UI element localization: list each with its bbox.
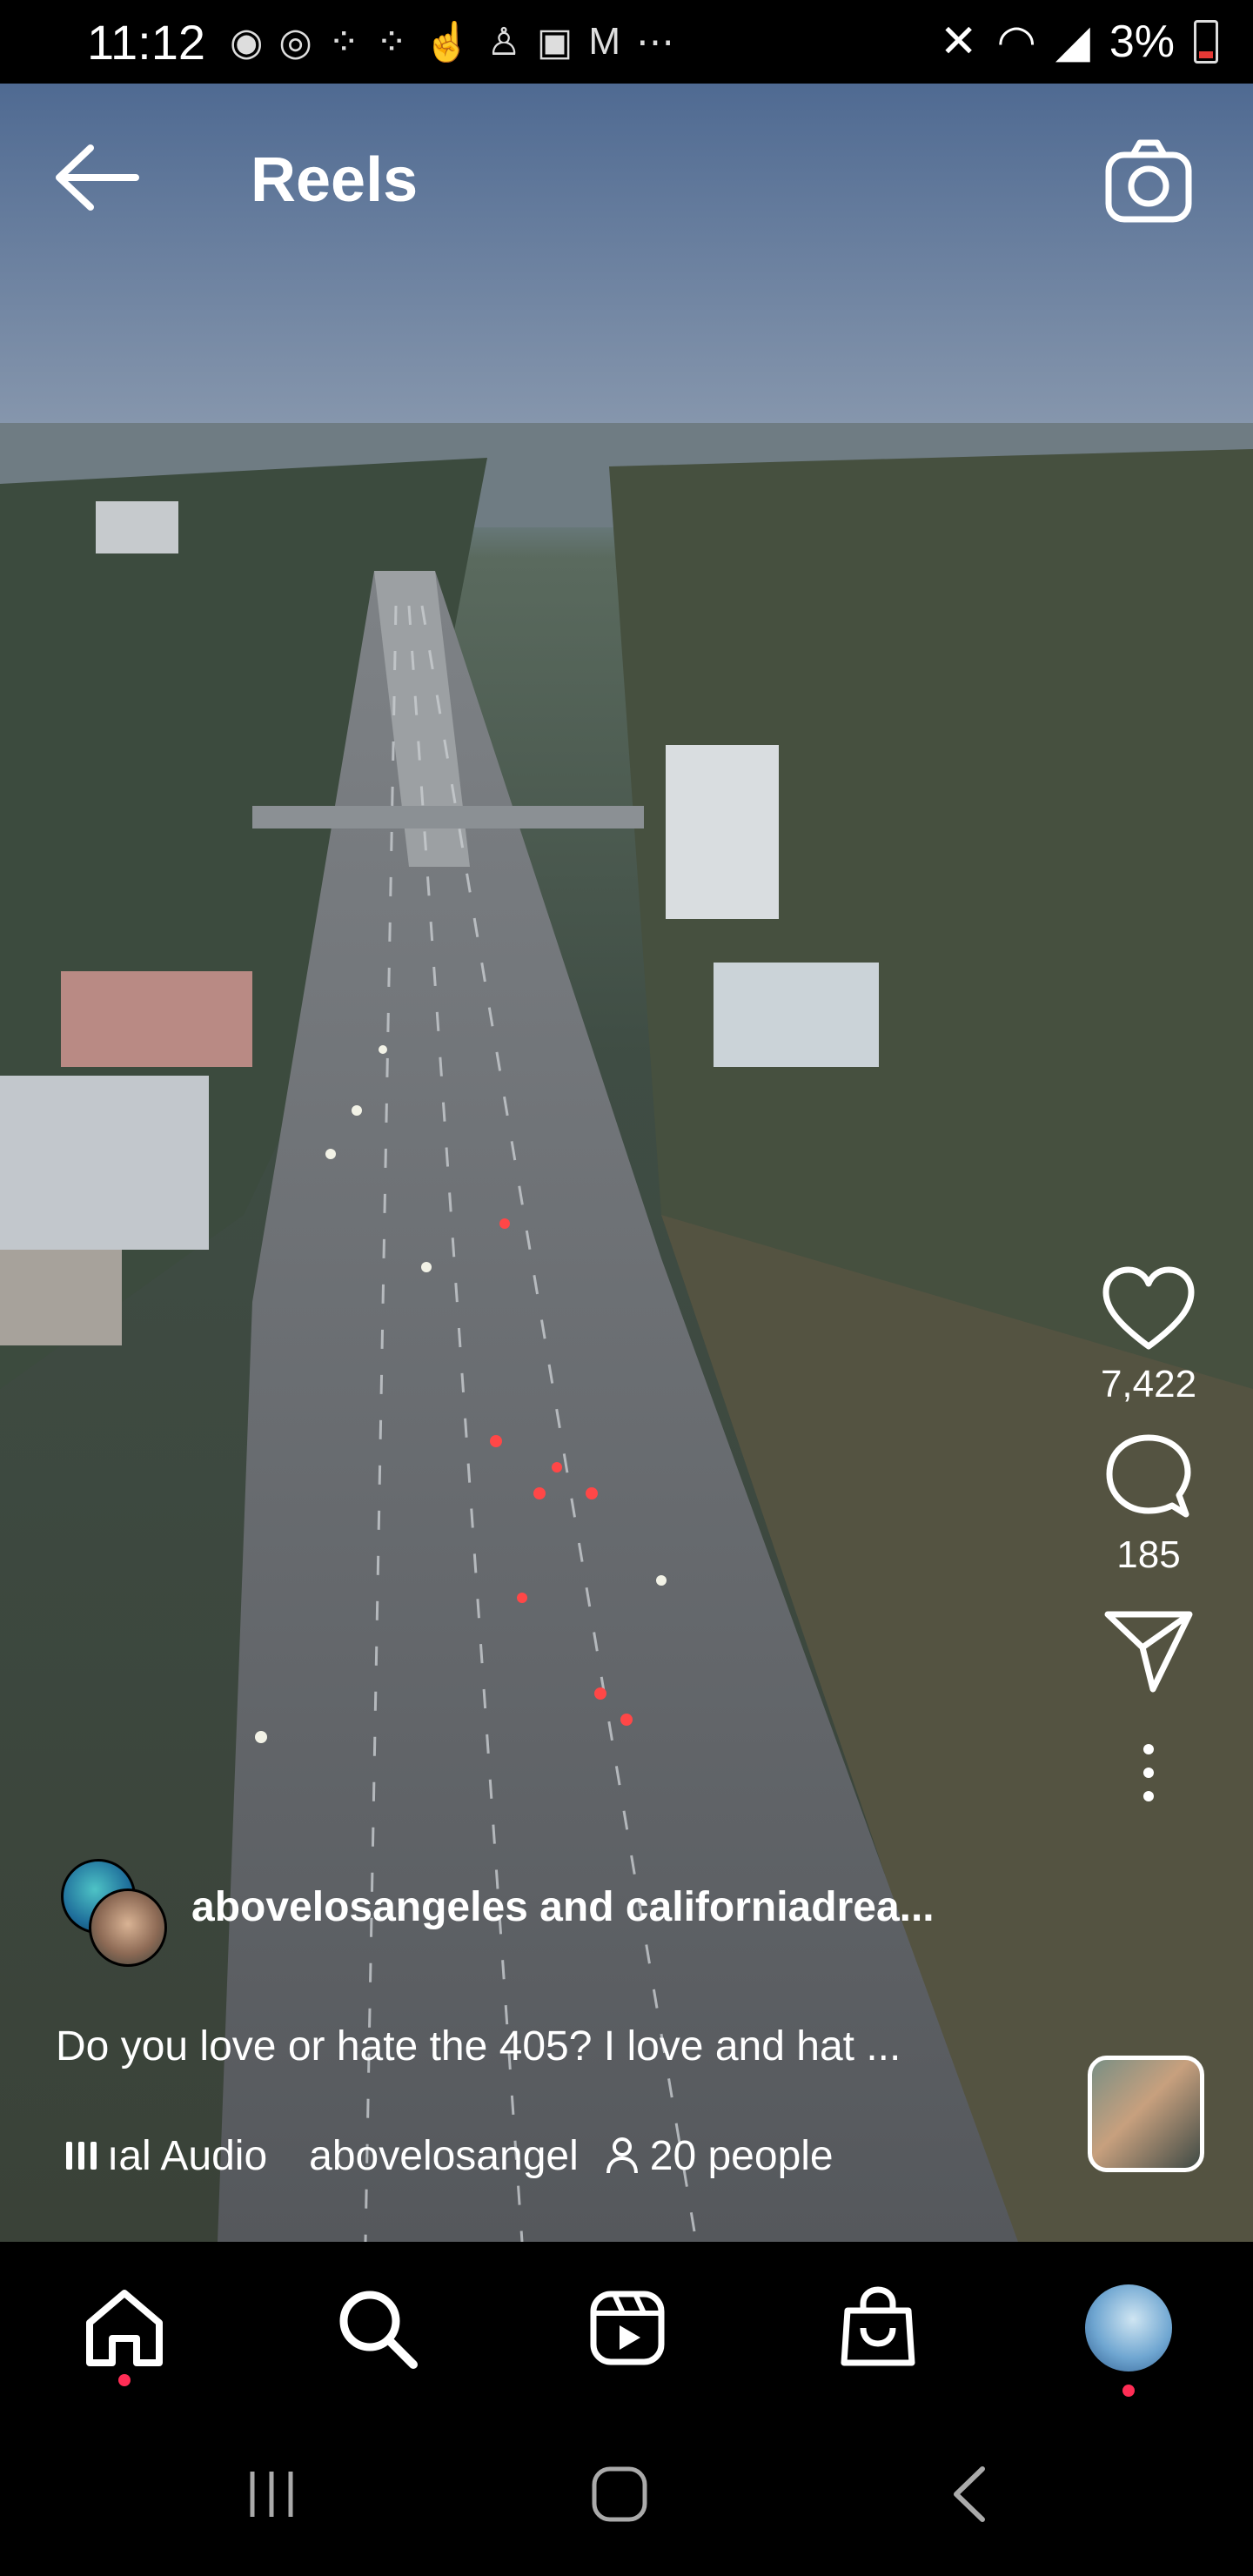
nav-search[interactable] xyxy=(329,2280,425,2376)
avatar xyxy=(89,1888,167,1967)
nav-home[interactable] xyxy=(77,2280,172,2376)
recent-apps-button[interactable] xyxy=(228,2459,315,2529)
comment-count: 185 xyxy=(1116,1533,1181,1576)
tagged-people[interactable]: 20 people xyxy=(650,2132,834,2180)
like-count: 7,422 xyxy=(1100,1363,1197,1405)
profile-notification-dot xyxy=(1122,2385,1135,2397)
person-icon xyxy=(606,2137,638,2174)
back-button[interactable] xyxy=(52,134,148,221)
page-title: Reels xyxy=(251,145,419,215)
nav-shop[interactable] xyxy=(830,2280,926,2376)
home-system-button[interactable] xyxy=(576,2459,663,2529)
recent-apps-icon xyxy=(250,2472,293,2517)
search-icon xyxy=(339,2291,418,2369)
camera-button[interactable] xyxy=(1103,136,1194,226)
author-names[interactable]: abovelosangeles and californiadrea... xyxy=(191,1883,935,1931)
home-square-icon xyxy=(592,2466,647,2522)
notification-icon: ☝ xyxy=(423,21,472,64)
notification-icons: ◉ ◎ ⁘ ⁘ ☝ ♙ ▣ M ⋯ xyxy=(230,19,674,64)
status-right: ✕ ◠ ◢ 3% xyxy=(940,16,1218,68)
notification-icon: ⁘ xyxy=(375,20,408,64)
audio-name[interactable]: ıal Audio xyxy=(107,2132,267,2180)
more-notifications-icon: ⋯ xyxy=(636,20,675,64)
nav-reels[interactable] xyxy=(580,2280,675,2376)
back-arrow-icon xyxy=(56,144,139,211)
bottom-nav xyxy=(0,2242,1253,2407)
status-bar: 11:12 ◉ ◎ ⁘ ⁘ ☝ ♙ ▣ M ⋯ ✕ ◠ ◢ 3% xyxy=(0,0,1253,84)
notification-icon: ⁘ xyxy=(327,20,360,64)
battery-percent: 3% xyxy=(1109,17,1175,67)
notification-icon: ▣ xyxy=(536,20,573,64)
status-time: 11:12 xyxy=(87,14,205,70)
signal-icon: ◢ xyxy=(1055,17,1090,67)
system-nav-bar xyxy=(0,2407,1253,2576)
mute-icon: ✕ xyxy=(939,17,978,67)
home-icon xyxy=(86,2290,163,2366)
chevron-left-icon xyxy=(954,2466,985,2522)
notification-icon: ◎ xyxy=(278,20,312,64)
comment-button[interactable] xyxy=(1079,1424,1218,1537)
comment-icon xyxy=(1106,1434,1191,1518)
like-button[interactable] xyxy=(1079,1253,1218,1366)
camera-icon xyxy=(1105,139,1192,223)
notification-icon: ♙ xyxy=(486,20,521,64)
reels-header: Reels xyxy=(0,84,1253,275)
profile-avatar xyxy=(1085,2284,1172,2371)
audio-thumbnail[interactable] xyxy=(1088,2056,1204,2172)
battery-icon xyxy=(1194,20,1218,64)
actions-column: 7,422 185 xyxy=(1079,1253,1218,1838)
caption-text[interactable]: Do you love or hate the 405? I love and … xyxy=(56,2023,1039,2070)
avatar-stack[interactable] xyxy=(56,1859,169,1967)
notification-icon: ◉ xyxy=(229,20,264,64)
more-vertical-icon xyxy=(1143,1744,1154,1801)
audio-row: ıal Audio abovelosangel 20 people xyxy=(66,2125,834,2186)
heart-icon xyxy=(1102,1266,1195,1350)
mail-icon: M xyxy=(588,20,621,63)
more-options-button[interactable] xyxy=(1079,1707,1218,1838)
audio-author[interactable]: abovelosangel xyxy=(309,2132,579,2180)
back-system-button[interactable] xyxy=(926,2459,1013,2529)
wifi-icon: ◠ xyxy=(996,17,1036,67)
nav-profile[interactable] xyxy=(1081,2280,1176,2376)
author-row[interactable]: abovelosangeles and californiadrea... xyxy=(56,1859,1056,1967)
audio-bars-icon xyxy=(66,2142,97,2170)
paper-plane-icon xyxy=(1104,1611,1193,1693)
share-button[interactable] xyxy=(1079,1594,1218,1707)
reels-icon xyxy=(590,2291,665,2365)
shopping-bag-icon xyxy=(841,2286,915,2366)
home-notification-dot xyxy=(118,2374,131,2386)
